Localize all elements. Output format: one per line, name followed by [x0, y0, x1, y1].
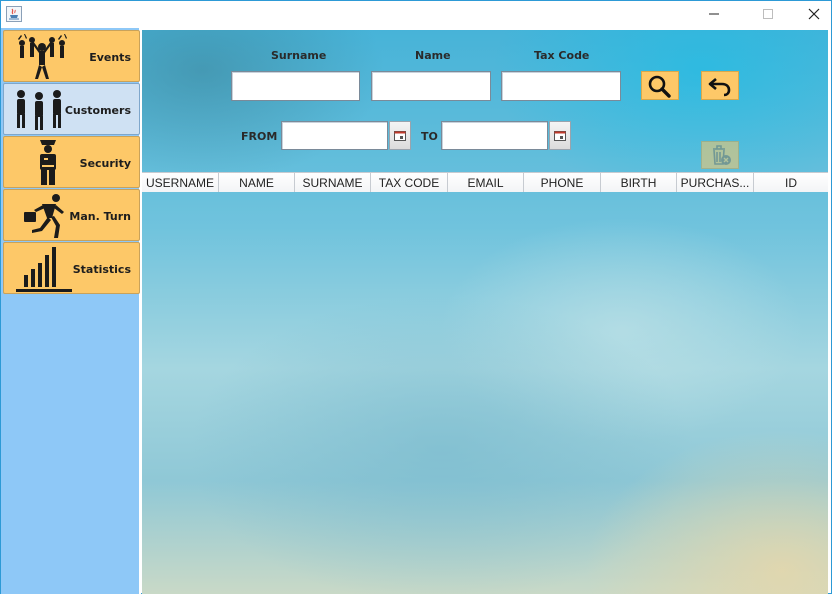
column-header-phone[interactable]: PHONE [524, 173, 601, 192]
undo-arrow-icon [708, 77, 731, 96]
column-header-surname[interactable]: SURNAME [295, 173, 371, 192]
column-header-username[interactable]: USERNAME [142, 173, 219, 192]
search-button[interactable] [641, 71, 679, 100]
close-button[interactable] [791, 1, 832, 27]
delete-button[interactable] [701, 141, 739, 169]
customers-panel: Surname Name Tax Code FROM TO USERNAME N… [142, 30, 828, 594]
sidebar-item-label: Events [89, 50, 131, 64]
from-date-input[interactable] [281, 121, 388, 150]
tax-code-label: Tax Code [534, 49, 590, 62]
sidebar-item-customers[interactable]: Customers [3, 83, 140, 135]
minimize-button[interactable] [691, 1, 737, 27]
sidebar-navigation: Events Customers Security Man. Turn Stat… [1, 28, 141, 594]
to-date-input[interactable] [441, 121, 548, 150]
maximize-icon [763, 9, 773, 19]
running-man-icon [12, 192, 72, 240]
minimize-icon [709, 13, 719, 15]
tax-code-input[interactable] [501, 71, 621, 101]
calendar-icon [554, 130, 566, 141]
sidebar-item-label: Customers [64, 103, 131, 117]
surname-label: Surname [271, 49, 327, 62]
column-header-tax-code[interactable]: TAX CODE [371, 173, 448, 192]
back-button[interactable] [701, 71, 739, 100]
name-label: Name [415, 49, 451, 62]
from-label: FROM [241, 130, 278, 143]
name-input[interactable] [371, 71, 491, 101]
sidebar-item-label: Security [79, 156, 131, 170]
sidebar-item-events[interactable]: Events [3, 30, 140, 82]
surname-input[interactable] [231, 71, 360, 101]
sidebar-item-label: Man. Turn [69, 209, 131, 223]
java-app-icon [6, 6, 22, 22]
sidebar-item-security[interactable]: Security [3, 136, 140, 188]
customers-table-header: USERNAME NAME SURNAME TAX CODE EMAIL PHO… [142, 172, 828, 192]
security-guard-icon [12, 139, 72, 187]
sidebar-item-label: Statistics [72, 262, 131, 276]
sidebar-item-statistics[interactable]: Statistics [3, 242, 140, 294]
people-group-icon [12, 86, 72, 134]
to-date-picker-button[interactable] [549, 121, 571, 150]
column-header-id[interactable]: ID [754, 173, 828, 192]
maximize-button[interactable] [745, 1, 791, 27]
column-header-name[interactable]: NAME [219, 173, 295, 192]
column-header-purchases[interactable]: PURCHAS... [677, 173, 754, 192]
bar-chart-icon [12, 245, 72, 293]
customers-table-body[interactable] [142, 192, 828, 594]
close-icon [808, 8, 820, 20]
column-header-birth[interactable]: BIRTH [601, 173, 677, 192]
column-header-email[interactable]: EMAIL [448, 173, 524, 192]
crowd-cheering-icon [12, 33, 72, 81]
trash-delete-icon [713, 145, 731, 165]
magnifier-icon [648, 75, 671, 98]
to-label: TO [421, 130, 438, 143]
from-date-picker-button[interactable] [389, 121, 411, 150]
title-bar[interactable] [1, 1, 831, 28]
app-window: Events Customers Security Man. Turn Stat… [0, 0, 832, 594]
calendar-icon [394, 130, 406, 141]
sidebar-item-man-turn[interactable]: Man. Turn [3, 189, 140, 241]
